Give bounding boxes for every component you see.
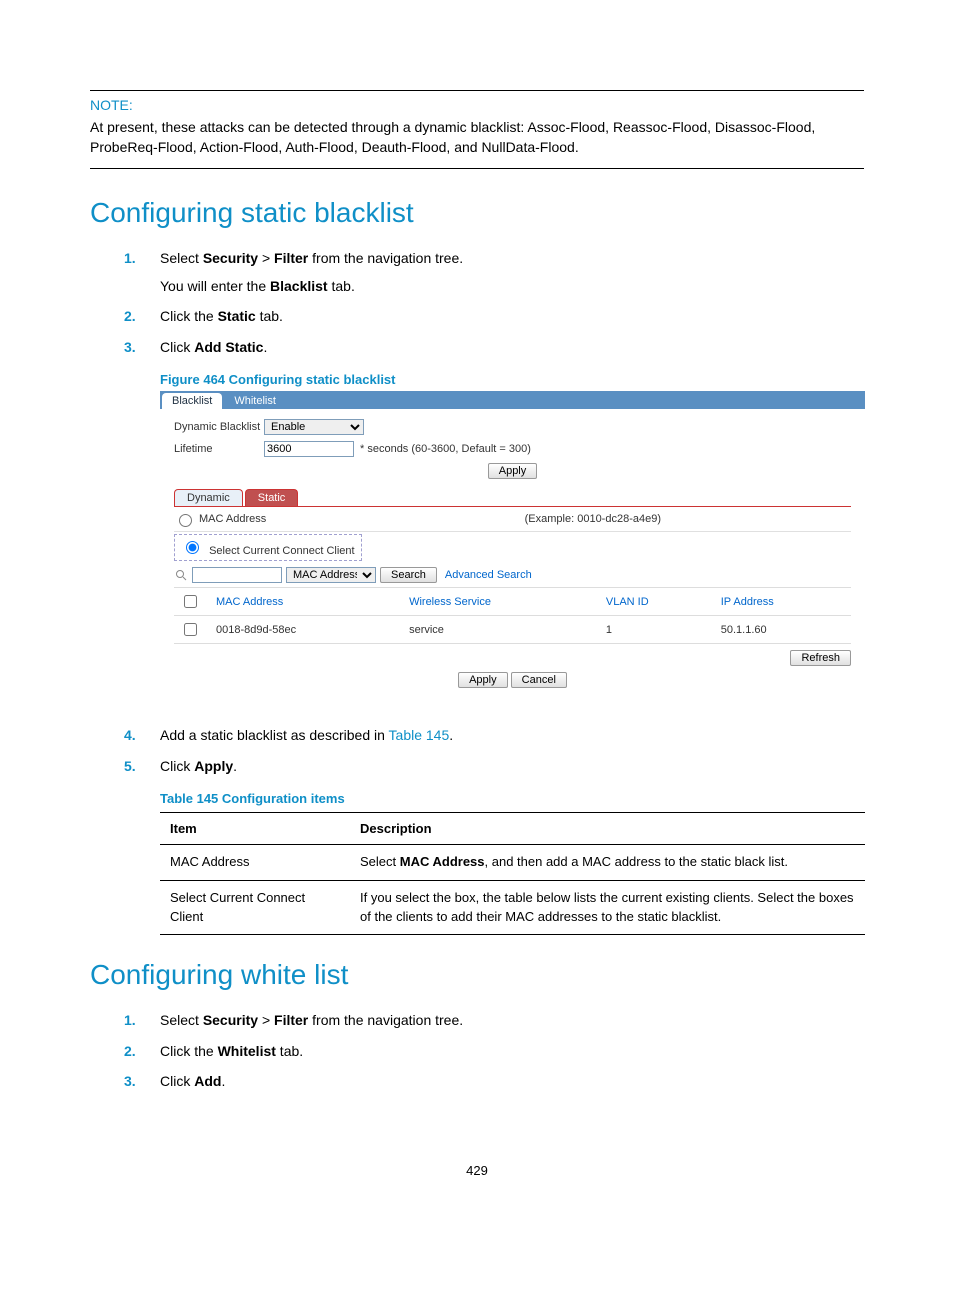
step-num: 1. (124, 1009, 136, 1031)
lifetime-label: Lifetime (174, 443, 264, 455)
step-num: 1. (124, 247, 136, 269)
config-row: Select Current Connect Client If you sel… (160, 880, 865, 935)
step-subtext: You will enter the Blacklist tab. (160, 275, 864, 297)
table-row: 0018-8d9d-58ec service 1 50.1.1.60 (174, 616, 851, 644)
search-button[interactable]: Search (380, 567, 437, 583)
mac-address-radio-label: MAC Address (199, 513, 266, 525)
mac-example: (Example: 0010-dc28-a4e9) (525, 513, 851, 525)
wl-step-2: 2. Click the Whitelist tab. (160, 1040, 864, 1062)
sub-tabs: Dynamic Static (174, 489, 851, 507)
select-current-client-radio[interactable] (186, 541, 199, 554)
step-num: 2. (124, 1040, 136, 1062)
config-col-item: Item (160, 812, 350, 844)
step-text: Select Security > Filter from the naviga… (160, 250, 463, 266)
config-table: Item Description MAC Address Select MAC … (160, 812, 865, 936)
step-2: 2. Click the Static tab. (160, 305, 864, 327)
step-3: 3. Click Add Static. (160, 336, 864, 358)
cell-ip: 50.1.1.60 (715, 616, 851, 644)
subtab-dynamic[interactable]: Dynamic (174, 489, 243, 506)
cell-ws: service (403, 616, 600, 644)
search-icon (174, 568, 188, 582)
refresh-button[interactable]: Refresh (790, 650, 851, 666)
page-number: 429 (90, 1163, 864, 1178)
dynamic-blacklist-select[interactable]: Enable (264, 419, 364, 435)
config-col-desc: Description (350, 812, 865, 844)
advanced-search-link[interactable]: Advanced Search (445, 569, 532, 581)
step-1: 1. Select Security > Filter from the nav… (160, 247, 864, 298)
step-num: 3. (124, 336, 136, 358)
apply-button[interactable]: Apply (488, 463, 538, 479)
table-title: Table 145 Configuration items (160, 791, 864, 806)
col-ip: IP Address (715, 588, 851, 616)
step-num: 3. (124, 1070, 136, 1092)
config-row: MAC Address Select MAC Address, and then… (160, 844, 865, 880)
select-current-client-label: Select Current Connect Client (209, 545, 355, 557)
note-text: At present, these attacks can be detecte… (90, 117, 864, 158)
select-all-checkbox[interactable] (184, 595, 197, 608)
subtab-static[interactable]: Static (245, 489, 299, 506)
config-desc: Select MAC Address, and then add a MAC a… (350, 844, 865, 880)
section-heading-white-list: Configuring white list (90, 959, 864, 991)
step-num: 4. (124, 724, 136, 746)
col-vlan: VLAN ID (600, 588, 715, 616)
row-checkbox[interactable] (184, 623, 197, 636)
config-item: Select Current Connect Client (160, 880, 350, 935)
apply-button-bottom[interactable]: Apply (458, 672, 508, 688)
cell-mac: 0018-8d9d-58ec (210, 616, 403, 644)
lifetime-input[interactable] (264, 441, 354, 457)
mac-address-radio[interactable] (179, 514, 192, 527)
col-mac: MAC Address (210, 588, 403, 616)
cell-vlan: 1 (600, 616, 715, 644)
wl-step-3: 3. Click Add. (160, 1070, 864, 1092)
figure-screenshot: Blacklist Whitelist Dynamic Blacklist En… (160, 391, 865, 704)
config-desc: If you select the box, the table below l… (350, 880, 865, 935)
step-num: 2. (124, 305, 136, 327)
note-label: NOTE: (90, 97, 864, 113)
note-block: NOTE: At present, these attacks can be d… (90, 90, 864, 169)
cancel-button[interactable]: Cancel (511, 672, 567, 688)
main-tabs: Blacklist Whitelist (160, 391, 865, 409)
step-5: 5. Click Apply. (160, 755, 864, 777)
dynamic-blacklist-label: Dynamic Blacklist (174, 421, 264, 433)
client-table: MAC Address Wireless Service VLAN ID IP … (174, 587, 851, 644)
tab-blacklist[interactable]: Blacklist (162, 393, 222, 409)
col-wireless-service: Wireless Service (403, 588, 600, 616)
config-item: MAC Address (160, 844, 350, 880)
figure-title: Figure 464 Configuring static blacklist (160, 372, 864, 387)
table-link[interactable]: Table 145 (389, 727, 450, 743)
search-field-select[interactable]: MAC Address (286, 567, 376, 583)
tab-whitelist[interactable]: Whitelist (224, 393, 286, 409)
step-4: 4. Add a static blacklist as described i… (160, 724, 864, 746)
section-heading-static-blacklist: Configuring static blacklist (90, 197, 864, 229)
step-num: 5. (124, 755, 136, 777)
select-current-client-box[interactable]: Select Current Connect Client (174, 534, 362, 561)
wl-step-1: 1. Select Security > Filter from the nav… (160, 1009, 864, 1031)
lifetime-hint: * seconds (60-3600, Default = 300) (360, 443, 531, 455)
search-text[interactable] (192, 567, 282, 583)
